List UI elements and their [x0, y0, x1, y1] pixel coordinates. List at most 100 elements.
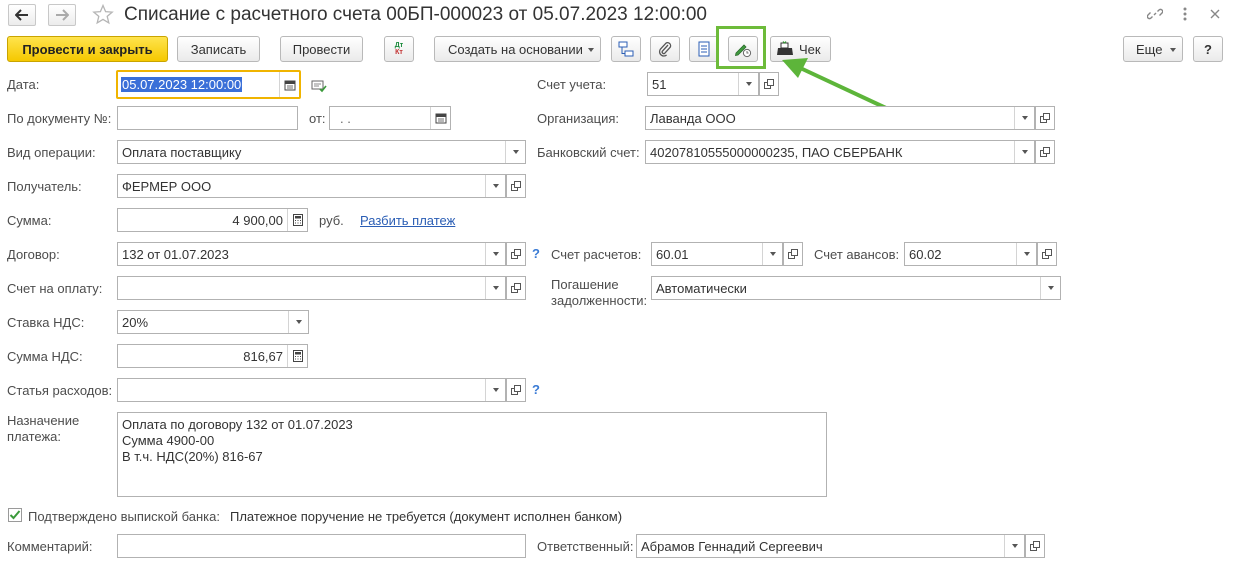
chevron-down-icon [295, 320, 302, 324]
document-list-icon [698, 41, 710, 57]
dropdown-button[interactable] [485, 379, 505, 401]
open-invoice-button[interactable] [506, 276, 526, 300]
date-label: Дата: [7, 77, 40, 92]
open-icon [1040, 147, 1050, 157]
attach-button[interactable] [650, 36, 680, 62]
calculator-button[interactable] [287, 345, 307, 367]
dropdown-button[interactable] [485, 175, 505, 197]
purpose-label-line2: платежа: [7, 429, 61, 444]
account-select[interactable]: 51 [647, 72, 759, 96]
close-icon[interactable] [1208, 7, 1222, 21]
dropdown-button[interactable] [1040, 277, 1060, 299]
link-icon[interactable] [1147, 6, 1163, 22]
open-expense-item-button[interactable] [506, 378, 526, 402]
post-button[interactable]: Провести [280, 36, 363, 62]
expense-item-select[interactable] [117, 378, 506, 402]
open-icon [788, 249, 798, 259]
structure-button[interactable] [611, 36, 641, 62]
chevron-down-icon [1021, 116, 1028, 120]
open-settlement-account-button[interactable] [783, 242, 803, 266]
dropdown-button[interactable] [1016, 243, 1036, 265]
more-vertical-icon[interactable] [1180, 6, 1190, 22]
dropdown-button[interactable] [485, 277, 505, 299]
dropdown-button[interactable] [485, 243, 505, 265]
open-recipient-button[interactable] [506, 174, 526, 198]
create-based-on-label: Создать на основании [448, 41, 583, 57]
open-organization-button[interactable] [1035, 106, 1055, 130]
check-icon [9, 510, 21, 520]
arrow-left-icon [15, 9, 28, 21]
dtkt-button[interactable]: Дт Кт [384, 36, 414, 62]
debt-repayment-select[interactable]: Автоматически [651, 276, 1061, 300]
calendar-button[interactable] [279, 72, 299, 97]
contract-select[interactable]: 132 от 01.07.2023 [117, 242, 506, 266]
open-bank-account-button[interactable] [1035, 140, 1055, 164]
dropdown-button[interactable] [1014, 107, 1034, 129]
vat-amount-field[interactable]: 816,67 [117, 344, 308, 368]
doc-number-field[interactable] [117, 106, 298, 130]
dropdown-button[interactable] [738, 73, 758, 95]
help-button[interactable]: ? [1193, 36, 1223, 62]
report-button[interactable] [689, 36, 719, 62]
debt-repayment-value: Автоматически [656, 280, 747, 296]
open-contract-button[interactable] [506, 242, 526, 266]
advance-account-select[interactable]: 60.02 [904, 242, 1037, 266]
operation-select[interactable]: Оплата поставщику [117, 140, 526, 164]
history-icon[interactable] [311, 79, 327, 93]
organization-label: Организация: [537, 111, 620, 126]
create-based-on-button[interactable]: Создать на основании [434, 36, 601, 62]
settlement-account-label: Счет расчетов: [551, 247, 642, 262]
open-icon [511, 283, 521, 293]
contract-value: 132 от 01.07.2023 [122, 246, 229, 262]
dropdown-button[interactable] [505, 141, 525, 163]
invoice-label: Счет на оплату: [7, 281, 103, 296]
doc-date-field[interactable]: . . [329, 106, 451, 130]
purpose-textarea[interactable]: Оплата по договору 132 от 01.07.2023 Сум… [117, 412, 827, 497]
comment-field[interactable] [117, 534, 526, 558]
calendar-button[interactable] [430, 107, 450, 129]
advance-account-label: Счет авансов: [814, 247, 900, 262]
more-button[interactable]: Еще [1123, 36, 1183, 62]
dropdown-button[interactable] [1004, 535, 1024, 557]
open-advance-account-button[interactable] [1037, 242, 1057, 266]
open-responsible-button[interactable] [1025, 534, 1045, 558]
date-value: 05.07.2023 12:00:00 [121, 77, 243, 92]
comment-label: Комментарий: [7, 539, 93, 554]
amount-value: 4 900,00 [232, 212, 283, 228]
dropdown-button[interactable] [288, 311, 308, 333]
star-icon[interactable] [92, 4, 114, 25]
contract-help-icon[interactable]: ? [532, 246, 540, 261]
save-button[interactable]: Записать [177, 36, 260, 62]
amount-field[interactable]: 4 900,00 [117, 208, 308, 232]
account-value: 51 [652, 76, 667, 92]
open-account-button[interactable] [759, 72, 779, 96]
chevron-down-icon [1170, 48, 1176, 52]
forward-button[interactable] [48, 4, 76, 26]
dropdown-button[interactable] [1014, 141, 1034, 163]
chevron-down-icon [1023, 252, 1030, 256]
calendar-icon [435, 113, 446, 124]
date-field[interactable]: 05.07.2023 12:00:00 [116, 70, 301, 99]
settlement-account-select[interactable]: 60.01 [651, 242, 783, 266]
back-button[interactable] [8, 4, 36, 26]
calculator-icon [292, 214, 303, 226]
purpose-line: В т.ч. НДС(20%) 816-67 [122, 449, 263, 464]
dtkt-icon-top: Дт [394, 42, 404, 49]
responsible-select[interactable]: Абрамов Геннадий Сергеевич [636, 534, 1025, 558]
calculator-icon [292, 350, 303, 362]
recipient-select[interactable]: ФЕРМЕР ООО [117, 174, 506, 198]
organization-select[interactable]: Лаванда ООО [645, 106, 1035, 130]
dropdown-button[interactable] [762, 243, 782, 265]
currency-label: руб. [319, 213, 344, 228]
chevron-down-icon [492, 286, 499, 290]
confirmed-label: Подтверждено выпиской банка: [28, 509, 220, 524]
invoice-select[interactable] [117, 276, 506, 300]
post-and-close-button[interactable]: Провести и закрыть [7, 36, 168, 62]
bank-account-select[interactable]: 40207810555000000235, ПАО СБЕРБАНК [645, 140, 1035, 164]
confirmed-checkbox[interactable] [8, 508, 22, 522]
calculator-button[interactable] [287, 209, 307, 231]
confirmed-note: Платежное поручение не требуется (докуме… [230, 509, 623, 524]
split-payment-link[interactable]: Разбить платеж [360, 213, 455, 228]
expense-help-icon[interactable]: ? [532, 382, 540, 397]
vat-rate-select[interactable]: 20% [117, 310, 309, 334]
